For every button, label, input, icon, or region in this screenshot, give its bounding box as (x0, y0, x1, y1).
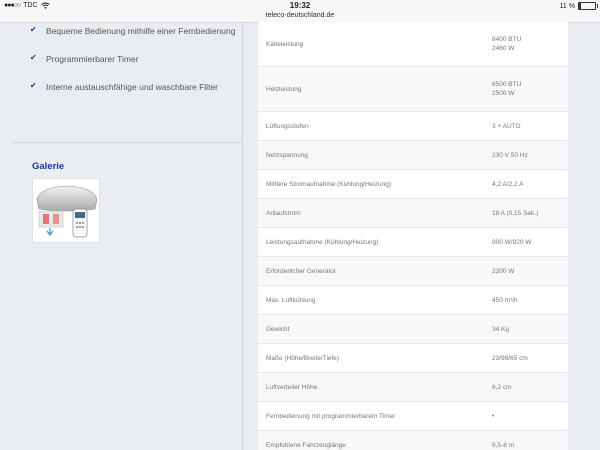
spec-label: Leistungsaufnahme (Kühlung/Heizung) (266, 238, 379, 246)
spec-value: 450 m³/h (492, 296, 518, 304)
table-row: Empfohlene Fahrzeuglänge 6,5-8 m (258, 431, 568, 450)
status-bar: ●●●○○ TDC 19:32 teleco-deutschland.de 11… (0, 0, 600, 23)
address-bar[interactable]: teleco-deutschland.de (0, 12, 600, 19)
spec-label: Empfohlene Fahrzeuglänge (266, 441, 346, 449)
spec-label: Netzspannung (266, 151, 308, 159)
spec-label: Kälteleistung (266, 40, 304, 48)
spec-value: 2200 W (492, 267, 515, 275)
battery-level (579, 3, 581, 9)
spec-label: Maße (Höhe/Breite/Tiefe) (266, 354, 340, 362)
spec-value: 230 V 50 Hz (492, 151, 528, 159)
spec-value: 900 W/920 W (492, 238, 532, 246)
table-row: Lüftungsstufen 3 + AUTO (258, 112, 568, 141)
table-row: Maße (Höhe/Breite/Tiefe) 23/98/65 cm (258, 344, 568, 373)
battery-label: 11 % (559, 2, 575, 10)
table-row: Luftverteiler Höhe 6,2 cm (258, 373, 568, 402)
spec-value: 18 A (0,15 Sek.) (492, 209, 539, 217)
gallery-thumbnail[interactable] (32, 178, 100, 243)
spec-label: Heizleistung (266, 85, 302, 93)
table-row: Heizleistung 8500 BTU 2500 W (258, 67, 568, 112)
battery-icon (578, 2, 598, 10)
table-row: Max. Luftkühlung 450 m³/h (258, 286, 568, 315)
table-row: Gewicht 34 Kg (258, 315, 568, 344)
spec-value-secondary: 2460 W (492, 45, 515, 52)
spec-value-cell: 8500 BTU 2500 W (492, 67, 568, 111)
table-row: Netzspannung 230 V 50 Hz (258, 141, 568, 170)
status-right: 11 % (559, 2, 598, 10)
spec-label: Max. Luftkühlung (266, 296, 316, 304)
spec-value: 8500 BTU (492, 81, 522, 88)
feature-list: ✔ Bequeme Bedienung mithilfe einer Fernb… (30, 24, 240, 108)
feature-item: ✔ Interne austauschfähige und waschbare … (30, 80, 240, 95)
spec-value: 34 Kg (492, 325, 509, 333)
spec-label: Luftverteiler Höhe (266, 383, 318, 391)
spec-label: Fernbedienung mit programmierbarem Timer (266, 412, 396, 420)
spec-value: 3 + AUTO (492, 122, 521, 130)
left-column: ✔ Bequeme Bedienung mithilfe einer Fernb… (0, 22, 242, 450)
section-divider (12, 142, 242, 143)
spec-value: 8400 BTU (492, 36, 522, 43)
spec-value: • (492, 412, 495, 420)
table-row: Fernbedienung mit programmierbarem Timer… (258, 402, 568, 431)
spec-label: Erforderlicher Generator (266, 267, 337, 275)
spec-value: 23/98/65 cm (492, 354, 528, 362)
spec-value-cell: 8400 BTU 2460 W (492, 22, 568, 66)
table-row: Erforderlicher Generator 2200 W (258, 257, 568, 286)
check-icon: ✔ (30, 81, 37, 90)
status-time: 19:32 (289, 1, 311, 10)
column-divider (242, 22, 243, 450)
check-icon: ✔ (30, 53, 37, 62)
table-row: Kälteleistung 8400 BTU 2460 W (258, 22, 568, 67)
feature-text: Programmierbarer Timer (46, 54, 139, 64)
spec-label: Gewicht (266, 325, 290, 333)
spec-label: Mittlere Stromaufnahme (Kühlung/Heizung) (266, 180, 392, 188)
spec-value: 4,2 A/2,2 A (492, 180, 524, 188)
spec-label: Lüftungsstufen (266, 122, 309, 130)
air-conditioner-image (36, 185, 98, 238)
spec-value-secondary: 2500 W (492, 90, 515, 97)
gallery-title: Galerie (32, 161, 65, 172)
spec-value: 6,5-8 m (492, 441, 515, 449)
check-icon: ✔ (30, 25, 37, 34)
feature-text: Interne austauschfähige und waschbare Fi… (46, 82, 218, 92)
table-row: Anlaufstrom 18 A (0,15 Sek.) (258, 199, 568, 228)
table-row: Leistungsaufnahme (Kühlung/Heizung) 900 … (258, 228, 568, 257)
spec-label: Anlaufstrom (266, 209, 301, 217)
spec-table: Kälteleistung 8400 BTU 2460 W Heizleistu… (258, 22, 568, 450)
spec-value: 6,2 cm (492, 383, 512, 391)
feature-item: ✔ Bequeme Bedienung mithilfe einer Fernb… (30, 24, 240, 39)
table-row: Mittlere Stromaufnahme (Kühlung/Heizung)… (258, 170, 568, 199)
feature-item: ✔ Programmierbarer Timer (30, 52, 240, 67)
feature-text: Bequeme Bedienung mithilfe einer Fernbed… (46, 26, 236, 36)
